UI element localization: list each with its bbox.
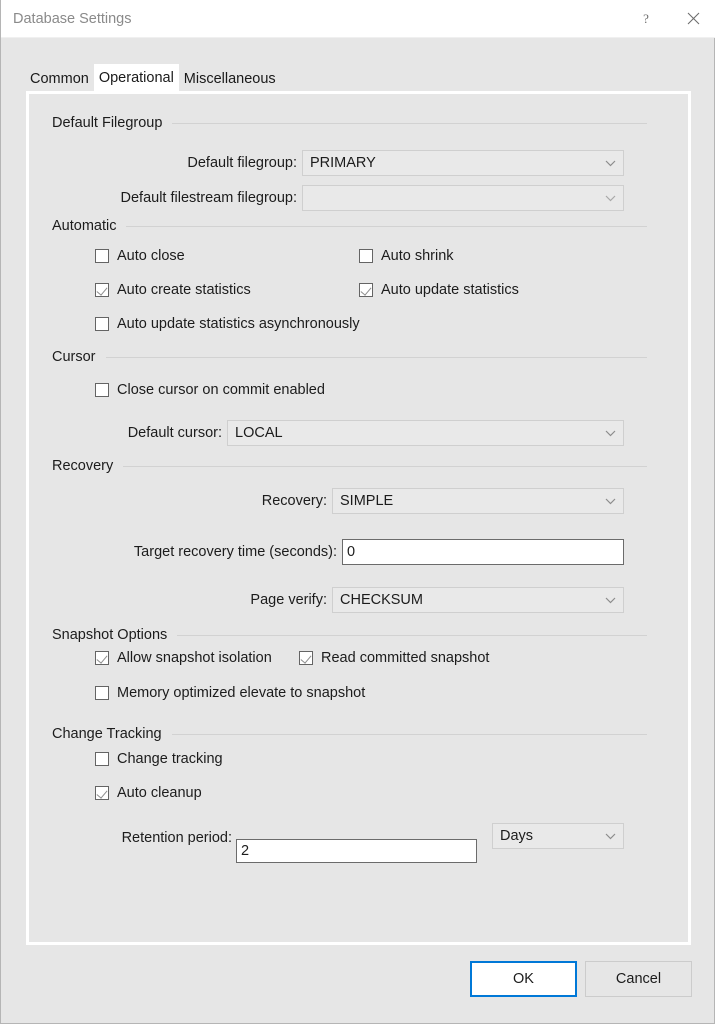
chevron-down-icon	[597, 498, 623, 505]
checkbox-auto-update-statistics-asynchronously[interactable]: Auto update statistics asynchronously	[95, 315, 360, 333]
target-recovery-time-input[interactable]: 0	[342, 539, 624, 565]
default-cursor-value: LOCAL	[235, 425, 283, 441]
checkbox-label: Auto shrink	[381, 248, 454, 264]
group-rule	[105, 356, 647, 358]
checkbox-allow-snapshot-isolation[interactable]: Allow snapshot isolation	[95, 649, 272, 667]
recovery-value: SIMPLE	[340, 493, 394, 509]
ok-button-label: OK	[513, 971, 534, 987]
tab-strip: Common Operational Miscellaneous	[25, 64, 281, 92]
group-cursor: Cursor	[52, 349, 647, 365]
checkbox-box	[359, 249, 373, 263]
tab-content-panel: Default Filegroup Default filegroup: PRI…	[26, 91, 691, 945]
chevron-down-icon	[597, 160, 623, 167]
database-settings-dialog: Database Settings ? Common Operational M…	[0, 0, 715, 1024]
cancel-button-label: Cancel	[615, 971, 662, 987]
group-label: Cursor	[52, 349, 96, 365]
checkbox-box	[95, 283, 109, 297]
retention-period-label: Retention period:	[121, 830, 232, 846]
ok-button[interactable]: OK	[470, 961, 577, 997]
group-label: Snapshot Options	[52, 627, 168, 643]
checkbox-box	[95, 651, 109, 665]
window-title: Database Settings	[13, 11, 132, 27]
close-icon[interactable]	[670, 0, 715, 37]
target-recovery-time-value: 0	[347, 544, 356, 560]
tab-common[interactable]: Common	[25, 67, 94, 92]
checkbox-label: Auto cleanup	[117, 785, 202, 801]
default-filestream-filegroup-select[interactable]	[302, 185, 624, 211]
group-change-tracking: Change Tracking	[52, 726, 647, 742]
checkbox-box	[95, 383, 109, 397]
checkbox-label: Change tracking	[117, 751, 223, 767]
checkbox-change-tracking[interactable]: Change tracking	[95, 750, 223, 768]
checkbox-box	[95, 249, 109, 263]
title-bar: Database Settings ?	[1, 0, 715, 38]
chevron-down-icon	[597, 833, 623, 840]
operational-settings-content: Default Filegroup Default filegroup: PRI…	[29, 94, 694, 948]
group-default-filegroup: Default Filegroup	[52, 115, 647, 131]
page-verify-select[interactable]: CHECKSUM	[332, 587, 624, 613]
question-mark-icon[interactable]: ?	[623, 0, 669, 37]
page-verify-value: CHECKSUM	[340, 592, 423, 608]
default-filegroup-label: Default filegroup:	[187, 155, 297, 171]
checkbox-auto-close[interactable]: Auto close	[95, 247, 185, 265]
group-rule	[177, 634, 647, 636]
page-verify-label: Page verify:	[250, 592, 327, 608]
retention-period-input[interactable]: 2	[236, 839, 477, 863]
checkbox-auto-update-statistics[interactable]: Auto update statistics	[359, 281, 519, 299]
group-label: Default Filegroup	[52, 115, 163, 131]
chevron-down-icon	[597, 195, 623, 202]
recovery-label: Recovery:	[261, 493, 327, 509]
chevron-down-icon	[597, 597, 623, 604]
checkbox-close-cursor-on-commit-enabled[interactable]: Close cursor on commit enabled	[95, 381, 325, 399]
cancel-button[interactable]: Cancel	[585, 961, 692, 997]
chevron-down-icon	[597, 430, 623, 437]
svg-text:?: ?	[643, 12, 649, 26]
checkbox-box	[95, 752, 109, 766]
default-filegroup-select[interactable]: PRIMARY	[302, 150, 624, 176]
default-filestream-filegroup-label: Default filestream filegroup:	[120, 190, 298, 206]
checkbox-label: Auto create statistics	[117, 282, 251, 298]
checkbox-label: Close cursor on commit enabled	[117, 382, 325, 398]
group-rule	[123, 465, 647, 467]
checkbox-box	[359, 283, 373, 297]
checkbox-label: Memory optimized elevate to snapshot	[117, 685, 366, 701]
checkbox-auto-cleanup[interactable]: Auto cleanup	[95, 784, 202, 802]
group-label: Recovery	[52, 458, 114, 474]
checkbox-label: Read committed snapshot	[321, 650, 490, 666]
checkbox-label: Auto update statistics	[381, 282, 519, 298]
checkbox-read-committed-snapshot[interactable]: Read committed snapshot	[299, 649, 489, 667]
group-snapshot-options: Snapshot Options	[52, 627, 647, 643]
checkbox-memory-optimized-elevate-to-snapshot[interactable]: Memory optimized elevate to snapshot	[95, 684, 365, 702]
retention-units-value: Days	[500, 828, 534, 844]
checkbox-label: Allow snapshot isolation	[117, 650, 272, 666]
default-cursor-label: Default cursor:	[127, 425, 222, 441]
default-filegroup-value: PRIMARY	[310, 155, 376, 171]
checkbox-label: Auto close	[117, 248, 185, 264]
group-label: Automatic	[52, 218, 117, 234]
group-rule	[172, 122, 647, 124]
default-cursor-select[interactable]: LOCAL	[227, 420, 624, 446]
checkbox-box	[95, 686, 109, 700]
tab-miscellaneous[interactable]: Miscellaneous	[179, 67, 281, 92]
recovery-select[interactable]: SIMPLE	[332, 488, 624, 514]
group-label: Change Tracking	[52, 726, 162, 742]
checkbox-auto-shrink[interactable]: Auto shrink	[359, 247, 454, 265]
target-recovery-time-label: Target recovery time (seconds):	[133, 544, 337, 560]
checkbox-box	[95, 317, 109, 331]
retention-units-select[interactable]: Days	[492, 823, 624, 849]
group-recovery: Recovery	[52, 458, 647, 474]
group-rule	[126, 225, 647, 227]
checkbox-box	[299, 651, 313, 665]
retention-period-value: 2	[241, 843, 250, 859]
group-automatic: Automatic	[52, 218, 647, 234]
checkbox-box	[95, 786, 109, 800]
checkbox-auto-create-statistics[interactable]: Auto create statistics	[95, 281, 251, 299]
tab-operational[interactable]: Operational	[93, 64, 179, 92]
checkbox-label: Auto update statistics asynchronously	[117, 316, 360, 332]
group-rule	[171, 733, 647, 735]
